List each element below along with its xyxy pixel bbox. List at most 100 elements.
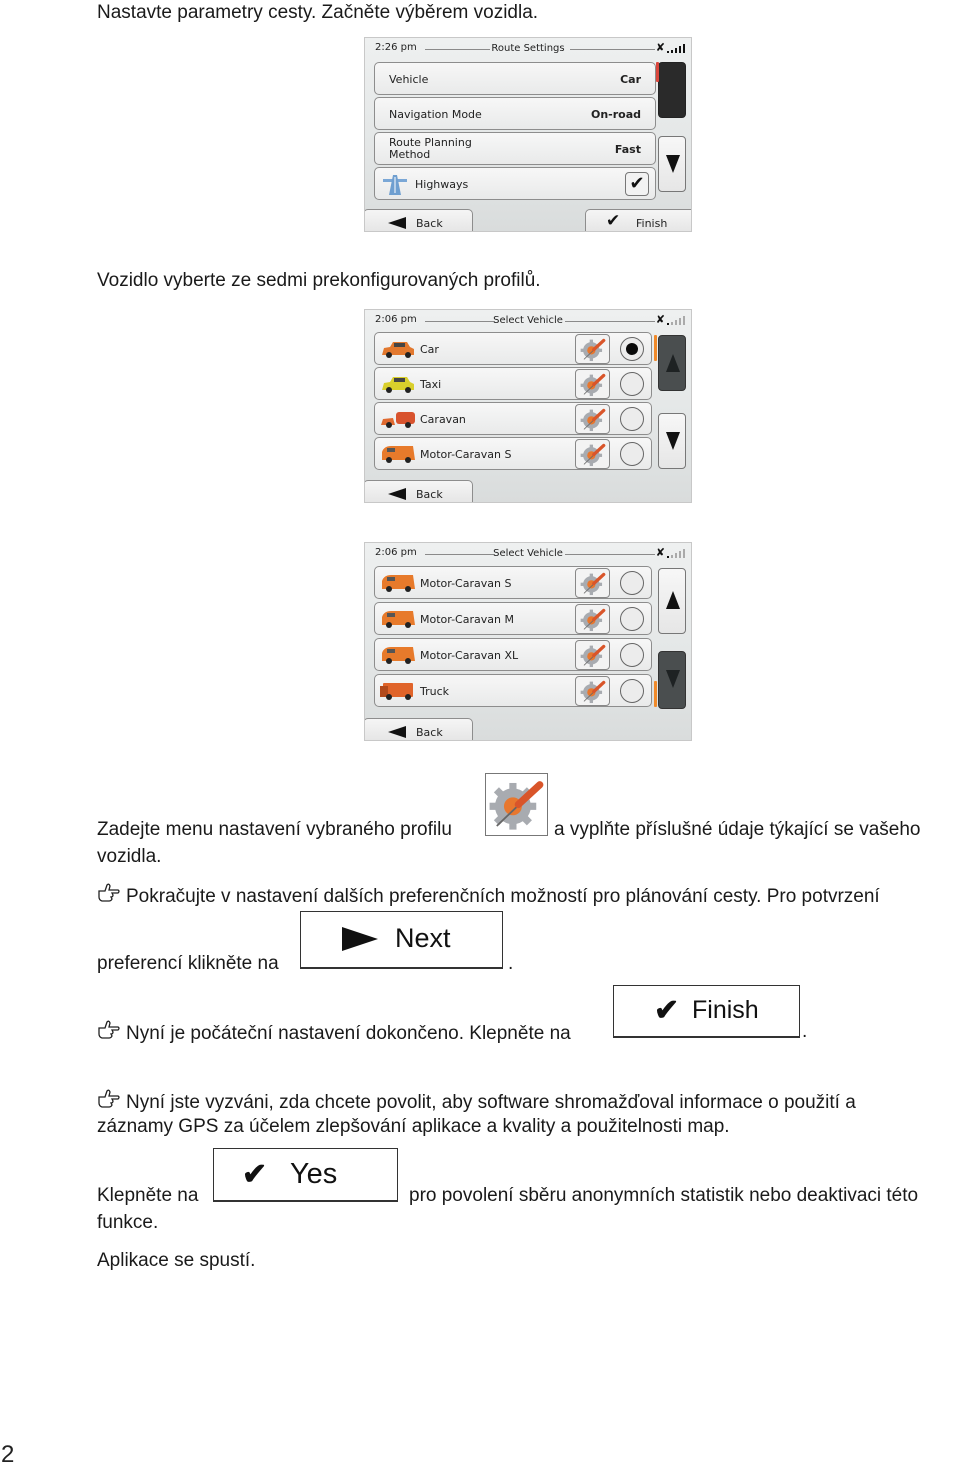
continue-instruction: Pokračujte v nastavení dalších preferenč… [97,882,880,910]
settings-instruction-cont: a vyplňte příslušné údaje týkající se va… [554,819,921,840]
scroll-down-button[interactable] [658,651,686,709]
scroll-up-button[interactable] [658,62,686,118]
pointing-hand-icon [98,1020,120,1039]
finish-button[interactable]: ✔ Finish [585,209,691,231]
setting-value: On-road [590,108,641,121]
select-vehicle-screen-1: 2:06 pm Select Vehicle ✘ Car Taxi Carava… [364,309,692,503]
select-vehicle-screen-2: 2:06 pm Select Vehicle ✘ Motor-Caravan S… [364,542,692,741]
arrow-up-icon [666,591,680,609]
gps-satellite-icon: ✘ [655,546,665,559]
vehicle-icon [382,647,415,664]
back-button[interactable]: Back [365,480,473,502]
signal-strength-icon [665,44,687,53]
setting-label: Vehicle [389,73,429,86]
settings-instruction: Zadejte menu nastavení vybraného profilu [97,817,452,843]
back-label: Back [416,217,443,230]
vehicle-settings-icon [580,408,606,432]
vehicle-settings-button[interactable] [575,604,610,634]
vehicle-row[interactable]: Caravan [374,402,652,435]
vehicle-icon [382,342,414,358]
vehicle-row[interactable]: Taxi [374,367,652,400]
label-line-2: Method [389,148,431,161]
text-segment: Nyní jste vyzváni, zda chcete povolit, a… [126,1092,856,1113]
vehicle-settings-icon [580,572,606,596]
vehicle-settings-button[interactable] [575,568,610,598]
vehicle-radio[interactable] [620,442,644,466]
signal-strength-icon [665,549,687,558]
finish-label: Finish [636,217,668,230]
scroll-indicator [654,681,657,707]
setting-label: Route Planning Method [389,137,472,161]
status-bar: 2:06 pm Select Vehicle ✘ [365,543,691,565]
vehicle-radio[interactable] [620,407,644,431]
vehicle-radio[interactable] [620,607,644,631]
vehicle-row[interactable]: Truck [374,674,652,707]
vehicle-name: Car [420,343,439,356]
vehicle-settings-icon [580,373,606,397]
arrow-left-icon [388,217,406,229]
vehicle-radio[interactable] [620,372,644,396]
setting-value: Car [620,73,641,86]
scroll-down-button[interactable] [658,136,686,192]
vehicle-name: Taxi [420,378,442,391]
vehicle-settings-button[interactable] [575,640,610,670]
text-segment: Nyní je počáteční nastavení dokončeno. K… [126,1023,571,1044]
back-button[interactable]: Back [365,718,473,740]
scroll-indicator [654,335,657,361]
intro-text: Nastavte parametry cesty. Začněte výběre… [97,2,539,23]
vehicle-icon [382,446,415,463]
vehicle-settings-button[interactable] [575,404,610,434]
arrow-up-icon [666,354,680,372]
scroll-up-button[interactable] [658,335,686,391]
navigation-mode-row[interactable]: Navigation Mode On-road [374,97,656,130]
vehicle-intro-text: Vozidlo vyberte ze sedmi prekonfigurovan… [97,270,541,291]
vehicle-radio[interactable] [620,337,644,361]
text-segment: Pokračujte v nastavení dalších preferenč… [126,886,880,907]
vehicle-icon [382,575,415,592]
vehicle-name: Motor-Caravan S [420,448,512,461]
vehicle-radio[interactable] [620,571,644,595]
vehicle-radio[interactable] [620,643,644,667]
check-icon: ✔ [242,1158,268,1191]
arrow-down-icon [666,670,680,688]
vehicle-row[interactable]: Motor-Caravan XL [374,638,652,671]
highways-checkbox[interactable]: ✔ [625,172,649,196]
vehicle-row[interactable]: Motor-Caravan M [374,602,652,635]
signal-strength-icon [665,316,687,325]
vehicle-settings-icon [580,443,606,467]
vehicle-name: Truck [420,685,450,698]
back-button[interactable]: Back [365,209,473,231]
vehicle-settings-button[interactable] [575,369,610,399]
setting-label: Highways [415,178,469,191]
divider [570,49,655,50]
route-planning-method-row[interactable]: Route Planning Method Fast [374,132,656,165]
scroll-up-button[interactable] [658,568,686,634]
vehicle-row[interactable]: Motor-Caravan S [374,437,652,470]
yes-instruction-cont: pro povolení sběru anonymních statistik … [409,1185,919,1206]
check-icon: ✔ [654,994,680,1027]
next-button-sample: Next [300,911,503,969]
pointing-hand-icon [98,1089,120,1108]
gps-satellite-icon: ✘ [655,313,665,326]
gps-satellite-icon: ✘ [655,41,665,54]
divider [565,321,655,322]
continue-instruction-wrap: preferencí klikněte na [97,953,279,974]
vehicle-row[interactable]: Motor-Caravan S [374,566,652,599]
highways-row[interactable]: Highways ✔ [374,167,656,200]
vehicle-settings-button[interactable] [575,676,610,706]
vehicle-setting-row[interactable]: Vehicle Car [374,62,656,95]
vehicle-radio[interactable] [620,679,644,703]
yes-instruction: Klepněte na [97,1185,199,1206]
finish-label: Finish [692,996,759,1024]
vehicle-name: Motor-Caravan M [420,613,514,626]
finish-instruction: Nyní je počáteční nastavení dokončeno. K… [97,1019,571,1047]
vehicle-row[interactable]: Car [374,332,652,365]
setting-label: Navigation Mode [389,108,482,121]
vehicle-icon [381,412,415,428]
yes-instruction-wrap: funkce. [97,1212,159,1233]
arrow-left-icon [388,488,406,500]
play-arrow-icon [342,927,378,951]
vehicle-settings-button[interactable] [575,334,610,364]
scroll-down-button[interactable] [658,413,686,469]
vehicle-settings-button[interactable] [575,439,610,469]
